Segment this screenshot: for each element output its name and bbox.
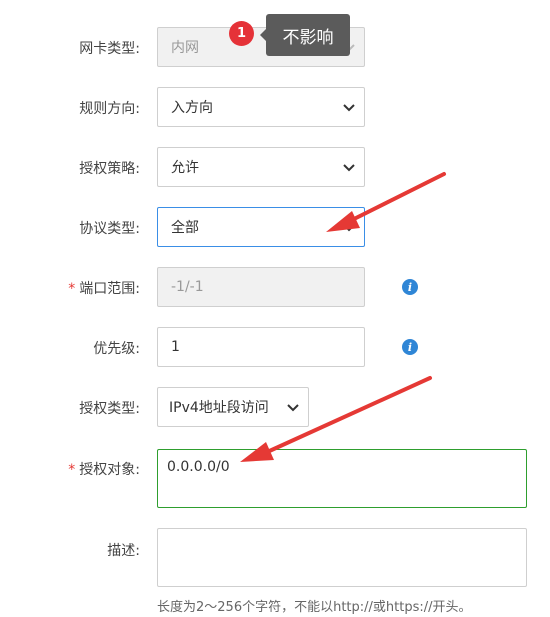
annotation-arrow	[240, 376, 432, 462]
annotation-arrows	[240, 172, 446, 462]
annotation-arrow	[326, 172, 446, 232]
